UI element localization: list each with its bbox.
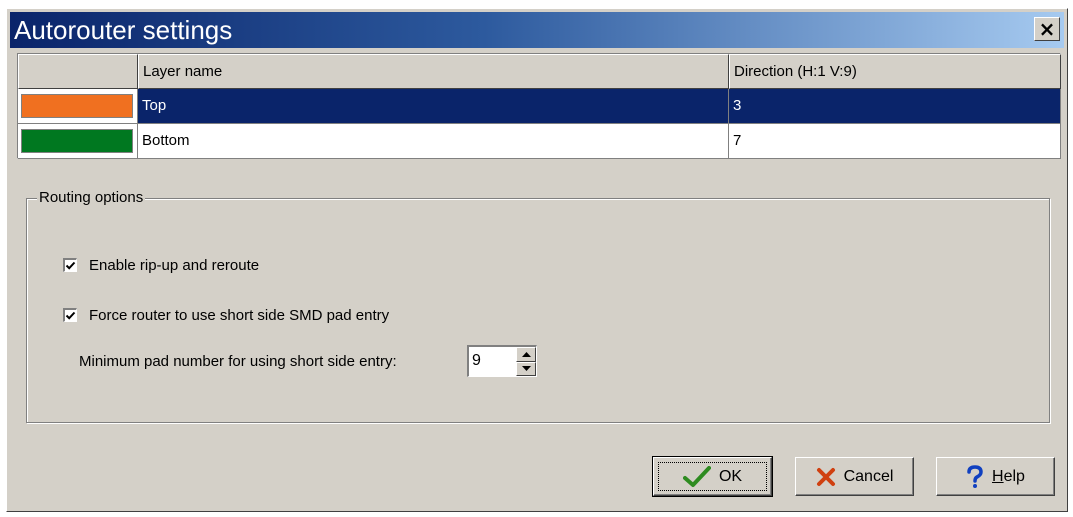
layer-name-cell[interactable]: Bottom xyxy=(138,124,729,159)
autorouter-settings-dialog: Autorouter settings × Layer name Directi… xyxy=(6,8,1068,512)
short-side-checkbox[interactable] xyxy=(63,308,77,322)
min-pad-spinner[interactable]: 9 xyxy=(467,345,537,377)
min-pad-value[interactable]: 9 xyxy=(472,351,481,371)
enable-ripup-label[interactable]: Enable rip-up and reroute xyxy=(89,257,259,274)
arrow-down-icon xyxy=(521,366,531,372)
short-side-option[interactable]: Force router to use short side SMD pad e… xyxy=(63,305,389,325)
question-icon xyxy=(966,464,984,489)
close-icon: × xyxy=(1038,17,1056,41)
layer-direction-cell[interactable]: 7 xyxy=(729,124,1061,159)
spinner-buttons xyxy=(516,347,536,376)
enable-ripup-checkbox[interactable] xyxy=(63,258,77,272)
close-button[interactable]: × xyxy=(1034,17,1060,41)
spin-down-button[interactable] xyxy=(516,361,536,376)
layer-color-swatch[interactable] xyxy=(21,94,133,118)
help-label: Help xyxy=(992,467,1025,485)
header-layer-name[interactable]: Layer name xyxy=(138,54,729,89)
cancel-label: Cancel xyxy=(843,467,894,485)
layers-grid[interactable]: Layer name Direction (H:1 V:9) Top 3 Bot… xyxy=(17,53,1061,159)
min-pad-label: Minimum pad number for using short side … xyxy=(79,353,397,370)
checkmark-icon xyxy=(65,261,76,270)
focus-rect xyxy=(658,462,767,491)
layer-color-cell[interactable] xyxy=(18,89,138,124)
cross-icon xyxy=(816,467,836,487)
checkmark-icon xyxy=(65,311,76,320)
arrow-up-icon xyxy=(521,351,531,357)
layer-direction-cell[interactable]: 3 xyxy=(729,89,1061,124)
cancel-button[interactable]: Cancel xyxy=(795,457,914,496)
spin-up-button[interactable] xyxy=(516,347,536,362)
layer-row-top[interactable]: Top 3 xyxy=(18,89,1061,124)
layer-color-swatch[interactable] xyxy=(21,129,133,153)
enable-ripup-option[interactable]: Enable rip-up and reroute xyxy=(63,255,259,275)
layer-name-cell[interactable]: Top xyxy=(138,89,729,124)
short-side-label[interactable]: Force router to use short side SMD pad e… xyxy=(89,307,389,324)
header-color xyxy=(18,54,138,89)
layer-color-cell[interactable] xyxy=(18,124,138,159)
ok-button[interactable]: OK xyxy=(652,456,773,497)
window-title: Autorouter settings xyxy=(14,15,233,45)
routing-options-group: Routing options Enable rip-up and rerout… xyxy=(26,189,1050,423)
layer-row-bottom[interactable]: Bottom 7 xyxy=(18,124,1061,159)
help-button[interactable]: Help xyxy=(936,457,1055,496)
title-bar[interactable]: Autorouter settings × xyxy=(10,12,1064,48)
header-direction[interactable]: Direction (H:1 V:9) xyxy=(729,54,1061,89)
grid-header-row: Layer name Direction (H:1 V:9) xyxy=(18,54,1061,89)
routing-options-label: Routing options xyxy=(37,189,146,207)
